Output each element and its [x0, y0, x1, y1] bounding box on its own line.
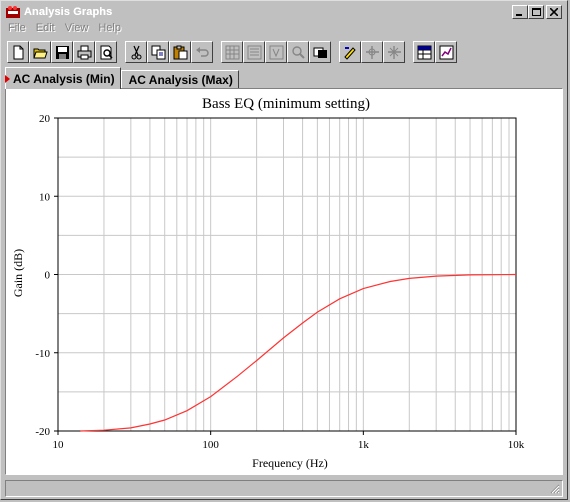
cut-button[interactable]: [125, 41, 147, 63]
table-icon: [417, 45, 431, 59]
tab-label: AC Analysis (Min): [13, 71, 115, 86]
cursor-icon: [365, 45, 379, 59]
chart-export-button[interactable]: [435, 41, 457, 63]
active-tab-marker-icon: [5, 75, 10, 83]
properties-button[interactable]: [339, 41, 361, 63]
y-tick-label: 10: [39, 191, 51, 203]
bode-chart[interactable]: Bass EQ (minimum setting) 10 100 1k 10k2010…: [6, 89, 562, 474]
app-icon: [6, 6, 20, 18]
menu-edit[interactable]: Edit: [36, 22, 55, 38]
properties-icon: [343, 46, 356, 60]
window-title: Analysis Graphs: [24, 6, 113, 18]
x-axis-label: Frequency (Hz): [252, 456, 328, 470]
undo-icon: [195, 46, 209, 57]
resize-grip-icon[interactable]: [549, 483, 560, 494]
copy-button[interactable]: [147, 41, 169, 63]
export-button[interactable]: [383, 41, 405, 63]
title-bar[interactable]: Analysis Graphs: [3, 3, 565, 21]
ruler-button[interactable]: [265, 41, 287, 63]
zoom-icon: [291, 45, 305, 59]
menu-bar: File Edit View Help: [4, 22, 121, 38]
open-icon: [32, 48, 48, 58]
legend-button[interactable]: [243, 41, 265, 63]
cursor-button[interactable]: [361, 41, 383, 63]
save-button[interactable]: [51, 41, 73, 63]
open-button[interactable]: [29, 41, 51, 63]
print-preview-button[interactable]: [95, 41, 117, 63]
chart-export-icon: [439, 45, 453, 59]
copy-icon: [151, 45, 165, 59]
zoom-button[interactable]: [287, 41, 309, 63]
overlay-icon: [313, 47, 327, 58]
tab-ac-analysis-min[interactable]: AC Analysis (Min): [5, 67, 121, 89]
undo-button[interactable]: [191, 41, 213, 63]
menu-view[interactable]: View: [65, 22, 89, 38]
legend-icon: [247, 45, 261, 59]
tab-label: AC Analysis (Max): [128, 73, 233, 87]
x-tick-label: 100: [202, 439, 219, 451]
analysis-tabs: AC Analysis (Min) AC Analysis (Max): [5, 67, 239, 89]
print-button[interactable]: [73, 41, 95, 63]
y-tick-label: 20: [39, 113, 51, 125]
paste-icon: [173, 45, 187, 59]
chart-title: Bass EQ (minimum setting): [202, 96, 370, 112]
toolbar: [7, 39, 465, 65]
axis-ticks: 10 100 1k 10k20100-10-20: [35, 113, 524, 451]
overlay-button[interactable]: [309, 41, 331, 63]
minimize-button[interactable]: [512, 5, 528, 19]
table-button[interactable]: [413, 41, 435, 63]
x-tick-label: 10k: [508, 439, 525, 451]
cut-icon: [131, 45, 141, 59]
y-tick-label: -10: [35, 348, 50, 360]
x-tick-label: 1k: [358, 439, 370, 451]
grid-button[interactable]: [221, 41, 243, 63]
new-button[interactable]: [7, 41, 29, 63]
maximize-button[interactable]: [528, 5, 544, 19]
y-tick-label: 0: [45, 270, 51, 282]
export-icon: [387, 45, 401, 59]
close-icon: [550, 8, 558, 16]
y-axis-label: Gain (dB): [11, 249, 25, 297]
y-tick-label: -20: [35, 426, 50, 438]
graph-panel: Bass EQ (minimum setting) 10 100 1k 10k 20 10…: [5, 88, 563, 475]
save-icon: [55, 45, 69, 59]
grid-icon: [225, 45, 239, 59]
minimize-icon: [516, 14, 522, 16]
print-icon: [77, 45, 91, 59]
status-bar: [5, 480, 563, 497]
paste-button[interactable]: [169, 41, 191, 63]
ruler-icon: [269, 45, 283, 59]
new-icon: [13, 45, 23, 59]
x-tick-label: 10: [53, 439, 65, 451]
chart-grid: [57, 117, 516, 432]
menu-file[interactable]: File: [8, 22, 26, 38]
analysis-graphs-window: Analysis Graphs File Edit View Help AC A…: [0, 0, 568, 500]
tab-ac-analysis-max[interactable]: AC Analysis (Max): [120, 70, 239, 89]
menu-help[interactable]: Help: [98, 22, 121, 38]
print-preview-icon: [100, 45, 113, 59]
maximize-icon: [531, 7, 541, 16]
close-button[interactable]: [546, 5, 562, 19]
